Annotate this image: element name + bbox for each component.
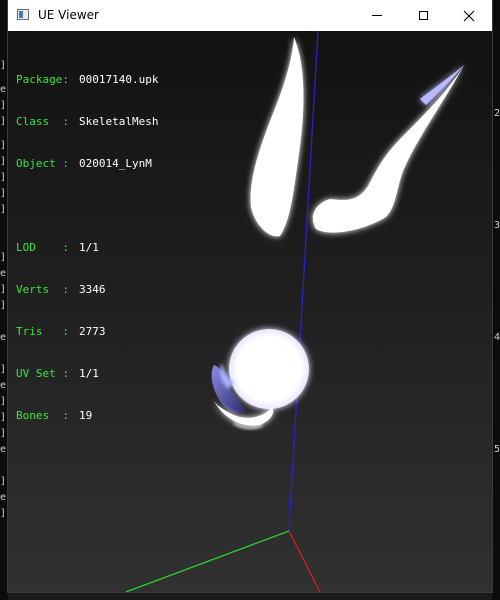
- info-label: LOD :: [16, 241, 69, 254]
- console-glyph: e: [0, 444, 7, 455]
- info-row-class: Class : SkeletalMesh: [16, 115, 158, 129]
- minimize-button[interactable]: [354, 0, 400, 31]
- app-icon: [17, 9, 29, 20]
- y-axis-line: [125, 530, 290, 592]
- info-label: Tris :: [16, 325, 69, 338]
- info-row-uvset: UV Set : 1/1: [16, 367, 158, 381]
- close-icon: [463, 10, 475, 21]
- console-glyph: e: [0, 380, 7, 391]
- console-glyph: e: [0, 332, 7, 343]
- console-glyph: 3: [493, 220, 500, 231]
- info-row-bones: Bones : 19: [16, 409, 158, 423]
- minimize-icon: [372, 15, 382, 16]
- mesh-info-overlay: Package: 00017140.upk Class : SkeletalMesh…: [16, 45, 158, 451]
- window-title: UE Viewer: [38, 8, 99, 22]
- console-glyph: e: [0, 84, 7, 95]
- orb-mesh: [229, 329, 309, 409]
- info-value: 1/1: [79, 367, 99, 380]
- right-wing-mesh: [312, 65, 464, 233]
- console-glyph: ]: [0, 100, 7, 111]
- console-glyph: e: [0, 492, 7, 503]
- console-glyph: ]: [0, 396, 7, 407]
- background-console-left: ] e ] ] ] ] ] ] ] ] e ] ] e ] e ] ] ] e …: [0, 0, 8, 600]
- info-value: 00017140.upk: [79, 73, 159, 86]
- console-glyph: [0, 316, 8, 328]
- console-glyph: ]: [0, 60, 7, 71]
- left-wing-mesh: [250, 37, 304, 237]
- console-glyph: ]: [0, 476, 7, 487]
- info-value: 19: [79, 409, 93, 422]
- info-label: UV Set :: [16, 367, 69, 380]
- console-glyph: ]: [0, 156, 7, 167]
- info-row-package: Package: 00017140.upk: [16, 73, 158, 87]
- info-label: Verts :: [16, 283, 69, 296]
- console-glyph: ]: [0, 188, 7, 199]
- console-glyph: ]: [0, 412, 7, 423]
- console-glyph: ]: [0, 364, 7, 375]
- info-value: 1/1: [79, 241, 99, 254]
- ue-viewer-window: UE Viewer Package: 00017140.upk Class: …: [8, 0, 492, 592]
- console-glyph: ]: [0, 204, 7, 215]
- console-glyph: ]: [0, 172, 7, 183]
- console-glyph: 4: [493, 332, 500, 343]
- info-label: Object :: [16, 157, 69, 170]
- background-console-right: 2 3 4 5: [492, 0, 500, 600]
- console-glyph: ]: [0, 252, 7, 263]
- console-glyph: ]: [0, 508, 7, 519]
- console-glyph: 2: [493, 108, 500, 119]
- close-button[interactable]: [446, 0, 492, 31]
- info-row-lod: LOD : 1/1: [16, 241, 158, 255]
- info-row-verts: Verts : 3346: [16, 283, 158, 297]
- 3d-viewport[interactable]: Package: 00017140.upk Class : SkeletalMesh…: [8, 31, 492, 592]
- info-label: Package:: [16, 73, 69, 86]
- info-label: Bones :: [16, 409, 69, 422]
- info-value: 2773: [79, 325, 106, 338]
- info-value: SkeletalMesh: [79, 115, 159, 128]
- console-glyph: e: [0, 268, 7, 279]
- console-glyph: ]: [0, 116, 7, 127]
- info-value: 020014_LynM: [79, 157, 152, 170]
- info-row-object: Object : 020014_LynM: [16, 157, 158, 171]
- console-glyph: ]: [0, 428, 7, 439]
- info-row-tris: Tris : 2773: [16, 325, 158, 339]
- console-glyph: ]: [0, 284, 7, 295]
- maximize-icon: [418, 11, 428, 20]
- info-value: 3346: [79, 283, 106, 296]
- maximize-button[interactable]: [400, 0, 446, 31]
- x-axis-line: [288, 530, 321, 592]
- console-glyph: ]: [0, 300, 7, 311]
- title-bar[interactable]: UE Viewer: [8, 0, 492, 31]
- info-label: Class :: [16, 115, 69, 128]
- console-glyph: ]: [0, 140, 7, 151]
- console-glyph: 5: [493, 444, 500, 455]
